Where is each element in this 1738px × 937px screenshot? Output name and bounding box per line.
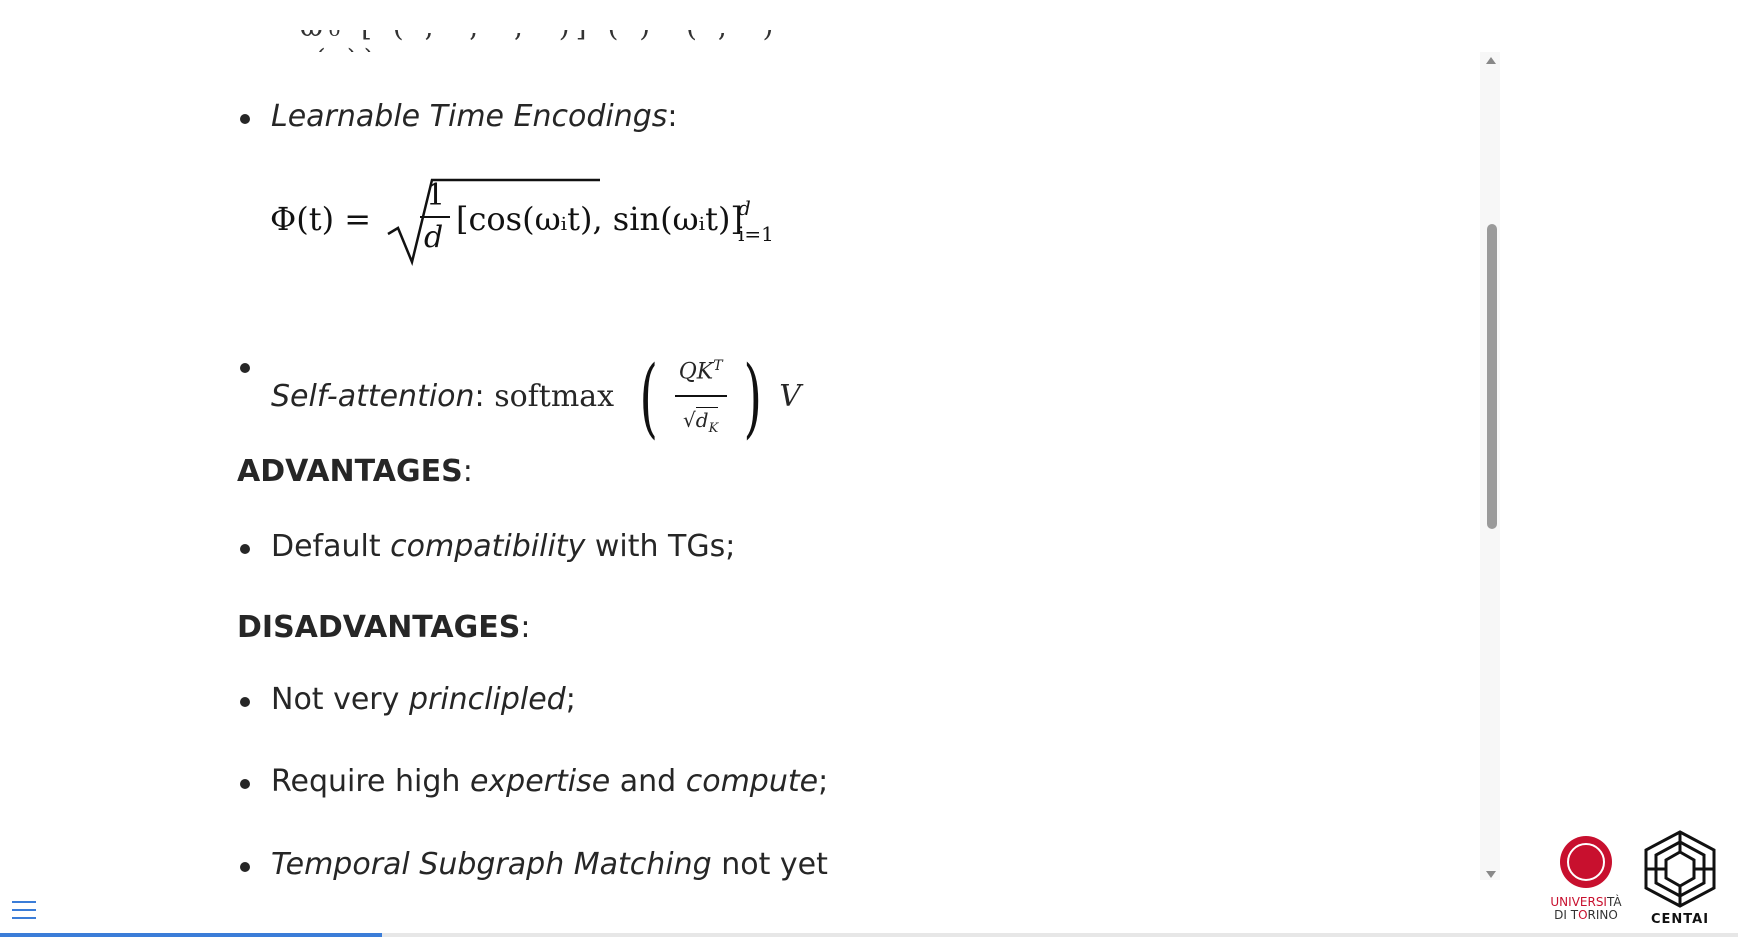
clipped-formula: ω₀ [ (·, ·, ·, ·)] (·) ·(·, ·) ·(·)) bbox=[300, 30, 860, 52]
unito-seal-icon bbox=[1560, 836, 1612, 888]
disadvantage-item: Temporal Subgraph Matching not yet bbox=[238, 845, 828, 885]
advantages-heading: ADVANTAGES: bbox=[237, 454, 473, 489]
triangle-down-icon[interactable] bbox=[1486, 871, 1496, 878]
triangle-up-icon[interactable] bbox=[1486, 57, 1496, 64]
universita-di-torino-logo: UNIVERSITÀ DI TORINO bbox=[1548, 836, 1624, 922]
scrollbar-thumb[interactable] bbox=[1487, 224, 1497, 529]
centai-logo: CENTAI bbox=[1640, 830, 1720, 930]
advantage-item: Default compatibility with TGs; bbox=[238, 527, 735, 567]
bullet-learnable-time-encodings: Learnable Time Encodings: bbox=[238, 97, 678, 137]
bullet-self-attention: Self-attention: softmax ( QKT √dK ) V bbox=[238, 346, 801, 449]
disadvantages-heading: DISADVANTAGES: bbox=[237, 610, 531, 645]
slide-progress-bar bbox=[0, 933, 1738, 937]
hamburger-menu-icon[interactable] bbox=[12, 901, 36, 921]
slide-content: ω₀ [ (·, ·, ·, ·)] (·) ·(·, ·) ·(·)) Lea… bbox=[0, 0, 1500, 937]
softmax-argument: ( QKT √dK ) bbox=[639, 347, 763, 448]
centai-knot-icon bbox=[1644, 830, 1716, 908]
disadvantage-item: Require high expertise and compute; bbox=[238, 762, 828, 802]
progress-fill bbox=[0, 933, 383, 937]
disadvantage-item: Not very princlipled; bbox=[238, 680, 576, 720]
